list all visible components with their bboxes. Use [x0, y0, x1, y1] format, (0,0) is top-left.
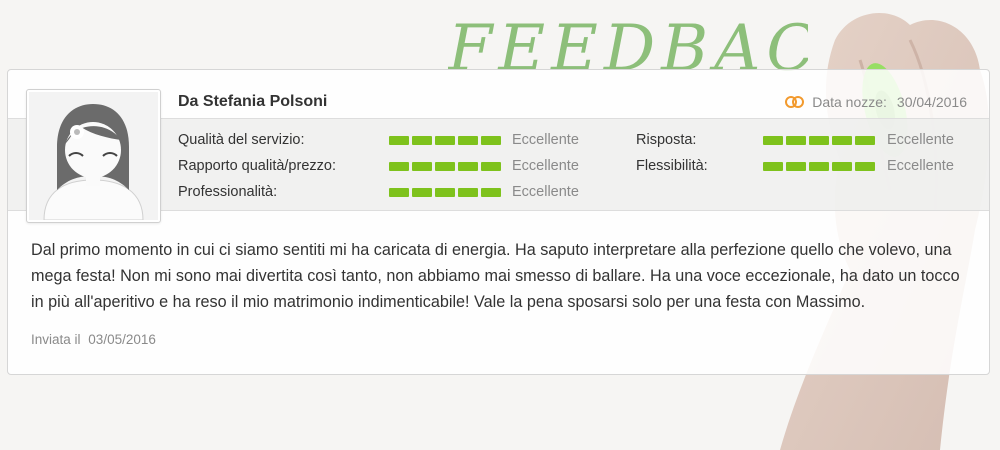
rating-value: Eccellente — [512, 132, 579, 148]
rating-label: Flessibilità: — [636, 158, 708, 174]
wedding-date-value: 30/04/2016 — [896, 94, 967, 110]
rating-label: Qualità del servizio: — [178, 132, 305, 148]
rating-value: Eccellente — [887, 132, 954, 148]
rating-value: Eccellente — [512, 158, 579, 174]
review-text: Dal primo momento in cui ci siamo sentit… — [31, 241, 960, 311]
female-avatar-icon — [29, 92, 158, 220]
rating-label: Rapporto qualità/prezzo: — [178, 158, 336, 174]
rating-bar — [763, 162, 875, 171]
rating-value: Eccellente — [512, 184, 579, 200]
review-author: Da Stefania Polsoni — [178, 93, 328, 110]
rating-bar — [389, 188, 501, 197]
rating-bar — [389, 162, 501, 171]
rating-label: Risposta: — [636, 132, 697, 148]
rating-bar — [389, 136, 501, 145]
rating-bar — [763, 136, 875, 145]
review-card: Da Stefania Polsoni Data nozze: 30/04/20… — [7, 69, 990, 375]
avatar — [26, 89, 161, 223]
wedding-date: Data nozze: 30/04/2016 — [784, 94, 967, 110]
rating-label: Professionalità: — [178, 184, 278, 200]
wedding-rings-icon — [785, 96, 805, 108]
sent-date: Inviata il 03/05/2016 — [31, 332, 156, 347]
rating-value: Eccellente — [887, 158, 954, 174]
wedding-date-label: Data nozze: — [812, 94, 887, 110]
sent-date-value: 03/05/2016 — [88, 332, 156, 347]
sent-date-label: Inviata il — [31, 332, 81, 347]
